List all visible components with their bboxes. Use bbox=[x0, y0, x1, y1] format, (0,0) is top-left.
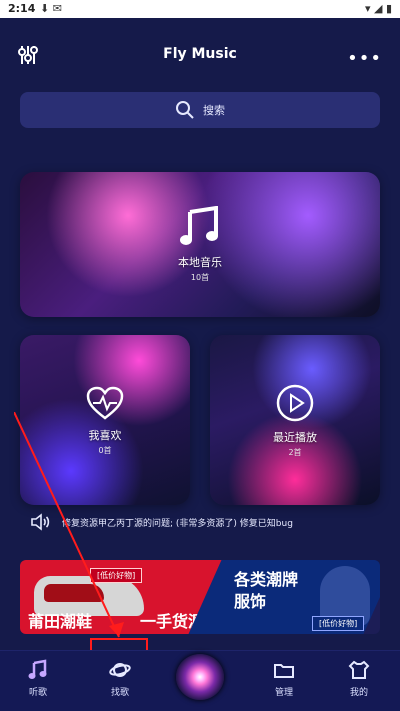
banner-right-text1: 各类潮牌 bbox=[234, 570, 299, 589]
planet-icon bbox=[109, 663, 131, 677]
recent-count: 2首 bbox=[288, 447, 302, 457]
page-title: Fly Music bbox=[163, 46, 237, 62]
search-icon bbox=[176, 101, 194, 119]
local-music-card[interactable]: 本地音乐 10首 bbox=[20, 172, 380, 317]
music-note-icon bbox=[180, 206, 218, 245]
local-music-title: 本地音乐 bbox=[178, 256, 222, 269]
search-label: 搜索 bbox=[203, 104, 225, 117]
recent-card[interactable]: 最近播放 2首 bbox=[210, 335, 380, 505]
shirt-icon bbox=[348, 660, 370, 679]
search-bar[interactable]: 搜索 bbox=[20, 92, 380, 128]
tab-find[interactable]: 找歌 bbox=[85, 659, 155, 709]
tab-mine-label: 我的 bbox=[349, 688, 368, 698]
tab-manage-label: 管理 bbox=[274, 688, 293, 698]
status-left-icons: ⬇ ✉ bbox=[40, 2, 62, 15]
status-right-icons: ▾ ◢ ▮ bbox=[364, 2, 392, 15]
status-time: 2:14 bbox=[8, 2, 36, 15]
tab-manage[interactable]: 管理 bbox=[249, 659, 319, 709]
folder-icon bbox=[274, 664, 294, 678]
more-icon[interactable]: ••• bbox=[347, 48, 382, 69]
music-note-icon bbox=[28, 659, 47, 679]
banner-right-text2: 服饰 bbox=[234, 592, 267, 611]
player-disc-icon bbox=[176, 654, 224, 700]
banner-right-tag: [低价好物] bbox=[312, 616, 365, 631]
tab-listen[interactable]: 听歌 bbox=[3, 659, 73, 709]
play-circle-icon bbox=[276, 384, 314, 421]
tab-mine[interactable]: 我的 bbox=[324, 659, 394, 709]
recent-title: 最近播放 bbox=[273, 430, 317, 444]
tab-player[interactable] bbox=[165, 654, 235, 704]
bottom-tab-bar: 听歌 找歌 管理 我的 bbox=[0, 650, 400, 711]
status-bar: 2:14 ⬇ ✉ ▾ ◢ ▮ bbox=[0, 0, 400, 18]
tab-find-label: 找歌 bbox=[110, 688, 129, 698]
tab-listen-label: 听歌 bbox=[28, 688, 47, 698]
local-music-count: 10首 bbox=[190, 273, 210, 282]
annotation-arrow bbox=[14, 412, 124, 638]
app-header: Fly Music ••• bbox=[0, 18, 400, 90]
